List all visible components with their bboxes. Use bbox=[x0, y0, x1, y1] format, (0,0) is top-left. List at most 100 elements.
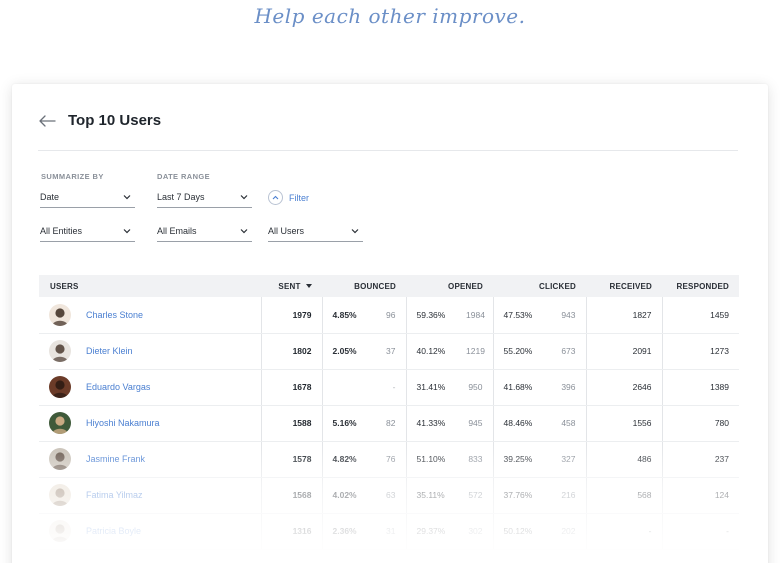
user-cell: Jasmine Frank bbox=[39, 441, 261, 478]
table-row[interactable]: Patricia Boyle 1316 2.36% 31 29.37% 302 50.12%… bbox=[39, 513, 740, 550]
opened-pct: 41.33% bbox=[405, 405, 457, 442]
user-name-link[interactable]: Dieter Klein bbox=[86, 346, 133, 356]
user-name-link[interactable]: Jasmine Frank bbox=[86, 454, 145, 464]
bounced-pct bbox=[321, 369, 370, 406]
bounced-count: 37 bbox=[370, 333, 407, 370]
user-name-link[interactable]: Hiyoshi Nakamura bbox=[86, 418, 160, 428]
user-name-link[interactable]: Patricia Boyle bbox=[86, 526, 141, 536]
col-header-bounced[interactable]: BOUNCED bbox=[322, 275, 407, 297]
avatar bbox=[49, 484, 71, 506]
back-arrow-icon[interactable] bbox=[38, 114, 56, 128]
responded-value: 780 bbox=[661, 405, 740, 442]
bounced-pct: 2.36% bbox=[321, 513, 370, 550]
table-body: Charles Stone 1979 4.85% 96 59.36% 1984 47.53%… bbox=[39, 297, 740, 550]
filter-toggle[interactable]: Filter bbox=[268, 190, 309, 205]
clicked-pct: 50.12% bbox=[492, 513, 544, 550]
bounced-pct: 5.16% bbox=[321, 405, 370, 442]
header-divider bbox=[38, 150, 738, 151]
user-cell: Charles Stone bbox=[39, 297, 261, 334]
bounced-count: 96 bbox=[370, 297, 407, 334]
opened-count: 945 bbox=[456, 405, 494, 442]
summarize-by-label: SUMMARIZE BY bbox=[41, 172, 104, 181]
bounced-pct: 4.02% bbox=[321, 477, 370, 514]
date-range-dropdown[interactable]: Last 7 Days bbox=[157, 186, 252, 208]
chevron-down-icon bbox=[240, 194, 248, 199]
bounced-pct: 4.85% bbox=[321, 297, 370, 334]
avatar bbox=[49, 412, 71, 434]
emails-dropdown[interactable]: All Emails bbox=[157, 220, 252, 242]
bounced-count: 63 bbox=[370, 477, 407, 514]
user-avatar-icon bbox=[52, 308, 68, 326]
opened-pct: 40.12% bbox=[405, 333, 457, 370]
sort-desc-icon bbox=[306, 284, 312, 289]
responded-value: 237 bbox=[661, 441, 740, 478]
filter-label: Filter bbox=[289, 192, 309, 203]
sent-value: 1568 bbox=[260, 477, 322, 514]
clicked-count: 216 bbox=[543, 477, 587, 514]
user-cell: Hiyoshi Nakamura bbox=[39, 405, 261, 442]
chevron-down-icon bbox=[240, 228, 248, 233]
user-avatar-icon bbox=[52, 452, 68, 470]
table-row[interactable]: Fatima Yilmaz 1568 4.02% 63 35.11% 572 37.76% 2… bbox=[39, 477, 740, 514]
opened-count: 302 bbox=[456, 513, 494, 550]
table-row[interactable]: Eduardo Vargas 1678 -31.41% 950 41.68% 396 264… bbox=[39, 369, 740, 406]
table-row[interactable]: Jasmine Frank 1578 4.82% 76 51.10% 833 39.25% 3… bbox=[39, 441, 740, 478]
clicked-pct: 47.53% bbox=[492, 297, 544, 334]
received-value: - bbox=[585, 513, 663, 550]
table-row[interactable]: Charles Stone 1979 4.85% 96 59.36% 1984 47.53%… bbox=[39, 297, 740, 334]
col-header-sent-label: SENT bbox=[278, 281, 301, 291]
filter-circle bbox=[268, 190, 283, 205]
opened-count: 1984 bbox=[456, 297, 494, 334]
opened-count: 572 bbox=[456, 477, 494, 514]
avatar bbox=[49, 448, 71, 470]
chevron-up-icon bbox=[272, 195, 279, 200]
table-row[interactable]: Hiyoshi Nakamura 1588 5.16% 82 41.33% 945 48.4… bbox=[39, 405, 740, 442]
sent-value: 1316 bbox=[260, 513, 322, 550]
opened-pct: 29.37% bbox=[405, 513, 457, 550]
received-value: 1827 bbox=[585, 297, 663, 334]
avatar bbox=[49, 520, 71, 542]
page-title: Top 10 Users bbox=[68, 112, 162, 129]
received-value: 2646 bbox=[585, 369, 663, 406]
summarize-by-dropdown[interactable]: Date bbox=[40, 186, 135, 208]
responded-value: 1273 bbox=[661, 333, 740, 370]
bounced-count: 76 bbox=[370, 441, 407, 478]
clicked-pct: 41.68% bbox=[492, 369, 544, 406]
col-header-opened[interactable]: OPENED bbox=[406, 275, 494, 297]
user-cell: Fatima Yilmaz bbox=[39, 477, 261, 514]
chevron-down-icon bbox=[123, 228, 131, 233]
col-header-responded[interactable]: RESPONDED bbox=[662, 275, 740, 297]
table-row[interactable]: Dieter Klein 1802 2.05% 37 40.12% 1219 55.20% 6… bbox=[39, 333, 740, 370]
received-value: 1556 bbox=[585, 405, 663, 442]
col-header-users[interactable]: USERS bbox=[39, 275, 261, 297]
user-avatar-icon bbox=[52, 380, 68, 398]
bounced-pct: 2.05% bbox=[321, 333, 370, 370]
date-range-label: DATE RANGE bbox=[157, 172, 211, 181]
users-dropdown[interactable]: All Users bbox=[268, 220, 363, 242]
entities-dropdown[interactable]: All Entities bbox=[40, 220, 135, 242]
clicked-count: 202 bbox=[543, 513, 587, 550]
user-cell: Patricia Boyle bbox=[39, 513, 261, 550]
responded-value: 1389 bbox=[661, 369, 740, 406]
sent-value: 1578 bbox=[260, 441, 322, 478]
user-avatar-icon bbox=[52, 344, 68, 362]
col-header-sent[interactable]: SENT bbox=[261, 275, 322, 297]
page-header: Top 10 Users bbox=[38, 112, 161, 129]
table-header-row: USERS SENT BOUNCED OPENED CLICKED RECEIV… bbox=[39, 275, 740, 297]
bounced-count: 31 bbox=[370, 513, 407, 550]
user-name-link[interactable]: Charles Stone bbox=[86, 310, 143, 320]
avatar bbox=[49, 376, 71, 398]
user-name-link[interactable]: Fatima Yilmaz bbox=[86, 490, 143, 500]
col-header-received[interactable]: RECEIVED bbox=[586, 275, 663, 297]
opened-pct: 59.36% bbox=[405, 297, 457, 334]
avatar bbox=[49, 303, 71, 326]
col-header-clicked[interactable]: CLICKED bbox=[493, 275, 587, 297]
user-cell: Eduardo Vargas bbox=[39, 369, 261, 406]
tagline: Help each other improve. bbox=[254, 4, 526, 28]
bounced-count: - bbox=[370, 369, 407, 406]
responded-value: 1459 bbox=[661, 297, 740, 334]
sent-value: 1979 bbox=[260, 297, 322, 334]
user-avatar-icon bbox=[52, 416, 68, 434]
user-name-link[interactable]: Eduardo Vargas bbox=[86, 382, 150, 392]
clicked-pct: 37.76% bbox=[492, 477, 544, 514]
